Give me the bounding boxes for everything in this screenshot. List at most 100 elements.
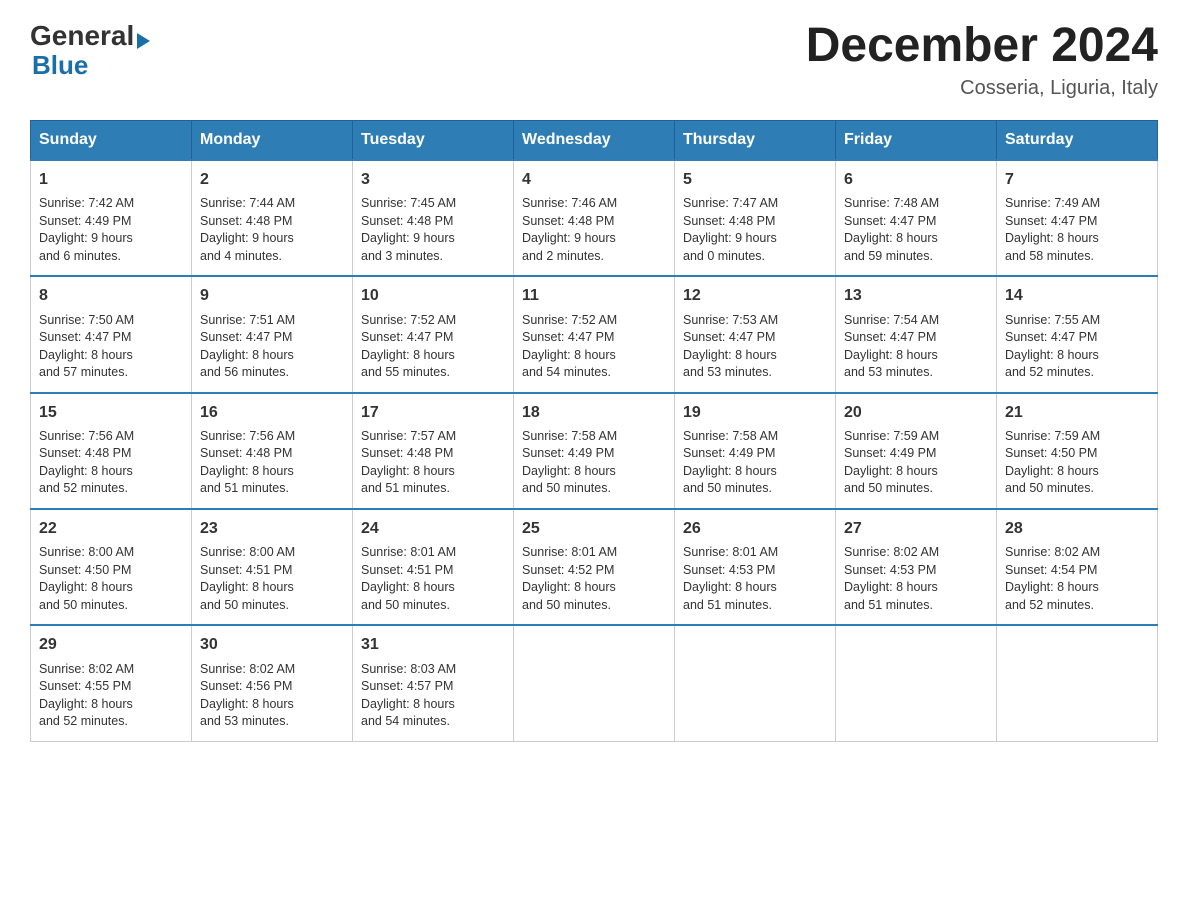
logo-triangle-icon <box>137 33 150 49</box>
table-row: 28 Sunrise: 8:02 AMSunset: 4:54 PMDayligh… <box>997 509 1158 625</box>
day-number: 4 <box>522 169 666 191</box>
day-number: 24 <box>361 518 505 540</box>
calendar-week-row: 15 Sunrise: 7:56 AMSunset: 4:48 PMDayligh… <box>31 393 1158 509</box>
day-number: 8 <box>39 285 183 307</box>
table-row: 10Sunrise: 7:52 AMSunset: 4:47 PMDayligh… <box>353 276 514 392</box>
table-row: 16 Sunrise: 7:56 AMSunset: 4:48 PMDayligh… <box>192 393 353 509</box>
table-row: 23 Sunrise: 8:00 AMSunset: 4:51 PMDayligh… <box>192 509 353 625</box>
day-info: Sunrise: 8:01 AMSunset: 4:53 PMDaylight:… <box>683 544 827 614</box>
day-number: 18 <box>522 402 666 424</box>
day-info: Sunrise: 7:49 AMSunset: 4:47 PMDaylight:… <box>1005 195 1149 265</box>
logo: General Blue <box>30 20 150 81</box>
day-info: Sunrise: 7:57 AMSunset: 4:48 PMDaylight:… <box>361 428 505 498</box>
col-friday: Friday <box>836 120 997 160</box>
day-info: Sunrise: 8:02 AMSunset: 4:53 PMDaylight:… <box>844 544 988 614</box>
table-row: 6Sunrise: 7:48 AMSunset: 4:47 PMDaylight… <box>836 160 997 276</box>
day-info: Sunrise: 7:42 AMSunset: 4:49 PMDaylight:… <box>39 195 183 265</box>
table-row <box>514 625 675 741</box>
day-info: Sunrise: 7:54 AMSunset: 4:47 PMDaylight:… <box>844 312 988 382</box>
table-row: 3 Sunrise: 7:45 AMSunset: 4:48 PMDaylight… <box>353 160 514 276</box>
day-number: 19 <box>683 402 827 424</box>
day-info: Sunrise: 7:44 AMSunset: 4:48 PMDaylight:… <box>200 195 344 265</box>
location: Cosseria, Liguria, Italy <box>806 77 1158 100</box>
table-row: 31 Sunrise: 8:03 AMSunset: 4:57 PMDayligh… <box>353 625 514 741</box>
day-number: 15 <box>39 402 183 424</box>
day-info: Sunrise: 8:03 AMSunset: 4:57 PMDaylight:… <box>361 661 505 731</box>
day-number: 30 <box>200 634 344 656</box>
day-number: 31 <box>361 634 505 656</box>
day-number: 25 <box>522 518 666 540</box>
table-row: 9Sunrise: 7:51 AMSunset: 4:47 PMDaylight… <box>192 276 353 392</box>
day-info: Sunrise: 8:02 AMSunset: 4:56 PMDaylight:… <box>200 661 344 731</box>
day-info: Sunrise: 8:02 AMSunset: 4:54 PMDaylight:… <box>1005 544 1149 614</box>
table-row: 24Sunrise: 8:01 AMSunset: 4:51 PMDayligh… <box>353 509 514 625</box>
calendar-week-row: 29Sunrise: 8:02 AMSunset: 4:55 PMDayligh… <box>31 625 1158 741</box>
table-row: 26 Sunrise: 8:01 AMSunset: 4:53 PMDayligh… <box>675 509 836 625</box>
day-number: 23 <box>200 518 344 540</box>
logo-blue: Blue <box>32 50 88 81</box>
day-info: Sunrise: 7:59 AMSunset: 4:50 PMDaylight:… <box>1005 428 1149 498</box>
table-row: 11 Sunrise: 7:52 AMSunset: 4:47 PMDayligh… <box>514 276 675 392</box>
day-number: 27 <box>844 518 988 540</box>
table-row: 19 Sunrise: 7:58 AMSunset: 4:49 PMDayligh… <box>675 393 836 509</box>
col-sunday: Sunday <box>31 120 192 160</box>
calendar-week-row: 22 Sunrise: 8:00 AMSunset: 4:50 PMDayligh… <box>31 509 1158 625</box>
month-title: December 2024 <box>806 20 1158 73</box>
table-row: 22 Sunrise: 8:00 AMSunset: 4:50 PMDayligh… <box>31 509 192 625</box>
day-info: Sunrise: 7:45 AMSunset: 4:48 PMDaylight:… <box>361 195 505 265</box>
table-row: 13Sunrise: 7:54 AMSunset: 4:47 PMDayligh… <box>836 276 997 392</box>
col-thursday: Thursday <box>675 120 836 160</box>
col-monday: Monday <box>192 120 353 160</box>
day-info: Sunrise: 7:50 AMSunset: 4:47 PMDaylight:… <box>39 312 183 382</box>
day-info: Sunrise: 7:58 AMSunset: 4:49 PMDaylight:… <box>522 428 666 498</box>
day-number: 26 <box>683 518 827 540</box>
day-number: 11 <box>522 285 666 307</box>
table-row: 12Sunrise: 7:53 AMSunset: 4:47 PMDayligh… <box>675 276 836 392</box>
table-row <box>675 625 836 741</box>
table-row: 1Sunrise: 7:42 AMSunset: 4:49 PMDaylight… <box>31 160 192 276</box>
page-header: General Blue December 2024 Cosseria, Lig… <box>30 20 1158 100</box>
table-row: 25 Sunrise: 8:01 AMSunset: 4:52 PMDayligh… <box>514 509 675 625</box>
day-info: Sunrise: 7:56 AMSunset: 4:48 PMDaylight:… <box>39 428 183 498</box>
col-wednesday: Wednesday <box>514 120 675 160</box>
table-row: 18 Sunrise: 7:58 AMSunset: 4:49 PMDayligh… <box>514 393 675 509</box>
day-number: 21 <box>1005 402 1149 424</box>
day-number: 9 <box>200 285 344 307</box>
table-row: 14Sunrise: 7:55 AMSunset: 4:47 PMDayligh… <box>997 276 1158 392</box>
day-info: Sunrise: 8:00 AMSunset: 4:50 PMDaylight:… <box>39 544 183 614</box>
day-info: Sunrise: 7:48 AMSunset: 4:47 PMDaylight:… <box>844 195 988 265</box>
table-row: 4 Sunrise: 7:46 AMSunset: 4:48 PMDaylight… <box>514 160 675 276</box>
table-row: 5Sunrise: 7:47 AMSunset: 4:48 PMDaylight… <box>675 160 836 276</box>
logo-text: General <box>30 20 150 52</box>
title-area: December 2024 Cosseria, Liguria, Italy <box>806 20 1158 100</box>
day-info: Sunrise: 7:58 AMSunset: 4:49 PMDaylight:… <box>683 428 827 498</box>
day-info: Sunrise: 7:59 AMSunset: 4:49 PMDaylight:… <box>844 428 988 498</box>
day-info: Sunrise: 7:53 AMSunset: 4:47 PMDaylight:… <box>683 312 827 382</box>
day-number: 28 <box>1005 518 1149 540</box>
day-info: Sunrise: 8:00 AMSunset: 4:51 PMDaylight:… <box>200 544 344 614</box>
table-row: 15 Sunrise: 7:56 AMSunset: 4:48 PMDayligh… <box>31 393 192 509</box>
table-row: 20Sunrise: 7:59 AMSunset: 4:49 PMDayligh… <box>836 393 997 509</box>
table-row: 7 Sunrise: 7:49 AMSunset: 4:47 PMDaylight… <box>997 160 1158 276</box>
day-info: Sunrise: 7:56 AMSunset: 4:48 PMDaylight:… <box>200 428 344 498</box>
day-info: Sunrise: 7:55 AMSunset: 4:47 PMDaylight:… <box>1005 312 1149 382</box>
col-tuesday: Tuesday <box>353 120 514 160</box>
day-number: 29 <box>39 634 183 656</box>
col-saturday: Saturday <box>997 120 1158 160</box>
calendar-table: Sunday Monday Tuesday Wednesday Thursday… <box>30 120 1158 742</box>
day-info: Sunrise: 7:52 AMSunset: 4:47 PMDaylight:… <box>522 312 666 382</box>
day-number: 2 <box>200 169 344 191</box>
day-info: Sunrise: 7:46 AMSunset: 4:48 PMDaylight:… <box>522 195 666 265</box>
day-number: 16 <box>200 402 344 424</box>
table-row: 2 Sunrise: 7:44 AMSunset: 4:48 PMDaylight… <box>192 160 353 276</box>
day-number: 5 <box>683 169 827 191</box>
day-number: 7 <box>1005 169 1149 191</box>
day-number: 22 <box>39 518 183 540</box>
day-number: 3 <box>361 169 505 191</box>
day-info: Sunrise: 8:01 AMSunset: 4:52 PMDaylight:… <box>522 544 666 614</box>
table-row: 30 Sunrise: 8:02 AMSunset: 4:56 PMDayligh… <box>192 625 353 741</box>
day-number: 10 <box>361 285 505 307</box>
table-row: 17Sunrise: 7:57 AMSunset: 4:48 PMDayligh… <box>353 393 514 509</box>
table-row: 27 Sunrise: 8:02 AMSunset: 4:53 PMDayligh… <box>836 509 997 625</box>
table-row <box>836 625 997 741</box>
